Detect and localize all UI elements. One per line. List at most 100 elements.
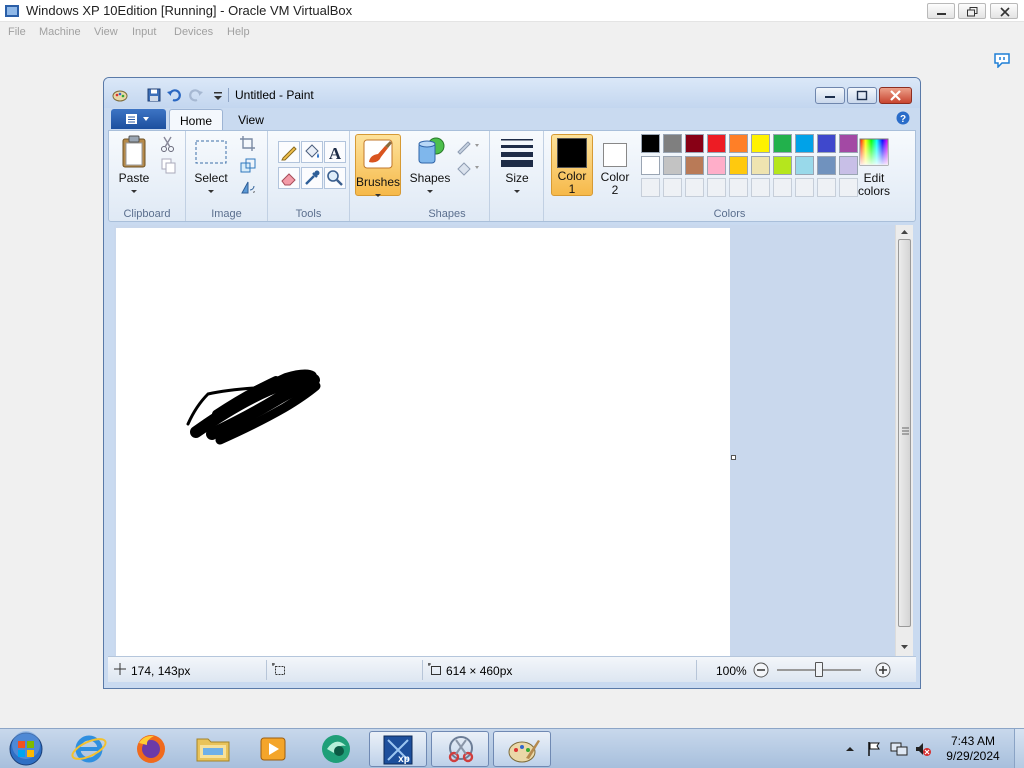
text-tool[interactable]: A [324,141,346,163]
palette-swatch[interactable] [641,156,660,175]
palette-custom-slot[interactable] [663,178,682,197]
palette-swatch[interactable] [729,156,748,175]
customize-quick-access-icon[interactable] [210,87,226,103]
vertical-scrollbar[interactable] [895,225,913,656]
color-picker-tool[interactable] [301,167,323,189]
rotate-icon[interactable] [239,178,257,196]
fill-tool[interactable] [301,141,323,163]
palette-swatch[interactable] [641,134,660,153]
taskbar-virtualbox[interactable]: xp [369,731,427,767]
taskbar-media-player[interactable] [244,731,302,767]
palette-custom-slot[interactable] [707,178,726,197]
paint-minimize-button[interactable] [815,87,845,104]
color1-button[interactable]: Color 1 [551,134,593,196]
drawing-canvas[interactable] [116,228,730,656]
tab-home[interactable]: Home [169,109,223,130]
eraser-tool[interactable] [278,167,300,189]
palette-custom-slot[interactable] [729,178,748,197]
group-shapes: Shapes Shapes [405,131,490,221]
help-icon[interactable]: ? [896,111,910,125]
palette-custom-slot[interactable] [773,178,792,197]
menu-devices[interactable]: Devices [174,26,213,38]
pencil-tool[interactable] [278,141,300,163]
notification-icon[interactable] [994,52,1010,68]
palette-swatch[interactable] [751,134,770,153]
restore-button[interactable] [958,3,986,19]
palette-swatch[interactable] [663,156,682,175]
palette-swatch[interactable] [795,134,814,153]
tab-view[interactable]: View [226,109,276,130]
system-clock[interactable]: 7:43 AM 9/29/2024 [938,734,1008,764]
clipboard-icon [122,135,146,168]
paint-menu-button[interactable] [111,109,166,129]
paint-maximize-button[interactable] [847,87,877,104]
action-center-flag-icon[interactable] [866,741,882,757]
palette-swatch[interactable] [707,156,726,175]
taskbar-paint[interactable] [493,731,551,767]
save-icon[interactable] [146,87,162,103]
text-icon: A [329,144,342,163]
scissors-icon [448,736,474,763]
copy-icon[interactable] [159,157,177,175]
palette-custom-slot[interactable] [817,178,836,197]
colors-group-label: Colors [713,208,746,220]
zoom-out-icon[interactable] [753,662,769,678]
palette-swatch[interactable] [685,134,704,153]
edit-colors-button[interactable]: Edit colors [854,137,894,198]
color2-number: 2 [611,183,619,197]
palette-swatch[interactable] [685,156,704,175]
size-button[interactable]: Size [496,135,538,197]
taskbar-app[interactable] [306,731,364,767]
palette-swatch[interactable] [773,134,792,153]
show-desktop-button[interactable] [1014,729,1024,768]
palette-swatch[interactable] [751,156,770,175]
shapes-button[interactable]: Shapes [409,135,451,197]
palette-swatch[interactable] [773,156,792,175]
fill-icon[interactable] [455,159,481,177]
canvas-resize-handle[interactable] [731,455,736,460]
taskbar-snipping-tool[interactable] [431,731,489,767]
redo-icon[interactable] [188,87,204,103]
taskbar-firefox[interactable] [122,731,180,767]
maximize-icon [856,90,868,101]
menu-file[interactable]: File [8,26,26,38]
zoom-in-icon[interactable] [875,662,891,678]
show-hidden-icons-icon[interactable] [845,744,855,754]
status-bar: 174, 143px 614 × 460px 100% [108,656,916,682]
palette-custom-slot[interactable] [751,178,770,197]
start-button[interactable] [2,731,50,767]
crop-icon[interactable] [239,135,257,153]
menu-help[interactable]: Help [227,26,250,38]
scrollbar-thumb[interactable] [898,239,911,627]
zoom-slider-thumb[interactable] [815,662,823,677]
paint-close-button[interactable] [879,87,912,104]
color2-button[interactable]: Color 2 [595,134,635,197]
network-icon[interactable] [890,741,908,757]
resize-icon[interactable] [239,157,257,175]
palette-swatch[interactable] [707,134,726,153]
palette-swatch[interactable] [795,156,814,175]
palette-custom-slot[interactable] [685,178,704,197]
cut-icon[interactable] [159,135,177,153]
palette-swatch[interactable] [729,134,748,153]
paste-button[interactable]: Paste [115,135,153,197]
palette-swatch[interactable] [817,134,836,153]
minimize-button[interactable] [927,3,955,19]
select-button[interactable]: Select [191,137,231,197]
undo-icon[interactable] [166,87,182,103]
menu-machine[interactable]: Machine [39,26,81,38]
outline-icon[interactable] [455,137,481,155]
close-button[interactable] [990,3,1018,19]
palette-custom-slot[interactable] [641,178,660,197]
volume-muted-icon[interactable] [914,741,932,757]
menu-view[interactable]: View [94,26,118,38]
palette-swatch[interactable] [663,134,682,153]
image-size-icon [428,663,441,675]
palette-swatch[interactable] [817,156,836,175]
brushes-button[interactable]: Brushes [355,134,401,197]
taskbar-internet-explorer[interactable] [60,731,118,767]
palette-custom-slot[interactable] [795,178,814,197]
magnifier-tool[interactable] [324,167,346,189]
taskbar-explorer[interactable] [184,731,242,767]
menu-input[interactable]: Input [132,26,156,38]
